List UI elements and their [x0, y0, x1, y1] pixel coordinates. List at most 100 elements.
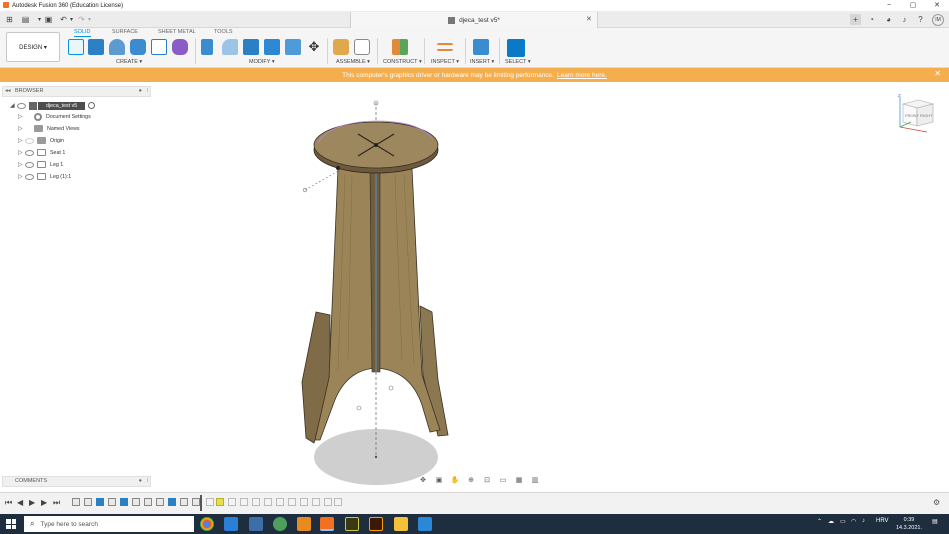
chamfer-icon[interactable]: [243, 39, 259, 55]
save-icon[interactable]: ▣: [43, 14, 54, 25]
combine-icon[interactable]: [285, 39, 301, 55]
eye-icon[interactable]: [25, 149, 34, 156]
notifications-center-icon[interactable]: ▤: [932, 518, 938, 525]
timeline-feature-suppressed[interactable]: [206, 498, 214, 506]
timeline-feature-suppressed[interactable]: [312, 498, 320, 506]
timeline-feature-suppressed[interactable]: [300, 498, 308, 506]
document-tab-close-icon[interactable]: ✕: [586, 15, 592, 23]
press-pull-icon[interactable]: [201, 39, 213, 55]
mail-icon[interactable]: [418, 517, 432, 531]
browser-item-leg-1[interactable]: ▷ Leg 1: [18, 159, 63, 170]
timeline-play-icon[interactable]: ▶: [29, 498, 35, 507]
timeline-settings-gear-icon[interactable]: ⚙: [933, 498, 940, 507]
browser-root-item[interactable]: ◢ djeca_test v5: [10, 100, 96, 111]
expand-arrow-icon[interactable]: ▷: [18, 173, 25, 180]
eye-icon[interactable]: [17, 102, 26, 109]
expand-arrow-icon[interactable]: ▷: [18, 125, 25, 132]
banner-learn-more-link[interactable]: Learn more here.: [557, 72, 607, 79]
timeline-feature[interactable]: [108, 498, 116, 506]
tab-tools[interactable]: TOOLS: [214, 29, 233, 35]
eye-icon[interactable]: [25, 173, 34, 180]
expand-arrow-icon[interactable]: ▷: [18, 113, 25, 120]
timeline-first-icon[interactable]: ⏮: [5, 498, 12, 508]
timeline-marker[interactable]: [200, 495, 202, 511]
timeline-feature[interactable]: [132, 498, 140, 506]
timeline-feature[interactable]: [96, 498, 104, 506]
chrome-icon[interactable]: [200, 517, 214, 531]
create-form-icon[interactable]: [172, 39, 188, 55]
user-avatar[interactable]: IM: [932, 14, 944, 26]
display-settings-icon[interactable]: ▭: [496, 476, 510, 486]
timeline-feature-suppressed[interactable]: [264, 498, 272, 506]
move-icon[interactable]: ✥: [306, 39, 322, 55]
viewports-icon[interactable]: ▥: [528, 476, 542, 486]
new-tab-icon[interactable]: +: [850, 14, 861, 25]
offset-plane-icon[interactable]: [392, 39, 408, 55]
comments-panel-header[interactable]: COMMENTS ● ⁞: [2, 476, 151, 487]
browser-item-origin[interactable]: ▷ Origin: [18, 135, 64, 146]
browser-expand-icon[interactable]: ⁞: [146, 87, 148, 96]
help-icon[interactable]: ?: [915, 14, 926, 25]
tray-app-icon[interactable]: ▭: [840, 518, 846, 525]
file-explorer-icon[interactable]: [394, 517, 408, 531]
workspace-switcher[interactable]: DESIGN ▾: [6, 32, 60, 62]
select-icon[interactable]: [507, 39, 525, 57]
app-icon[interactable]: [273, 517, 287, 531]
fillet-icon[interactable]: [222, 39, 238, 55]
comments-add-icon[interactable]: ●: [139, 477, 142, 486]
browser-item-document-settings[interactable]: ▷ Document Settings: [18, 111, 91, 122]
timeline-feature-suppressed[interactable]: [324, 498, 332, 506]
fit-icon[interactable]: ⊡: [480, 476, 494, 486]
browser-item-named-views[interactable]: ▷ Named Views: [18, 123, 80, 134]
document-tab[interactable]: djeca_test v5*: [350, 12, 598, 28]
timeline-feature-suppressed[interactable]: [288, 498, 296, 506]
insert-menu[interactable]: INSERT ▾: [470, 59, 494, 65]
new-component-icon[interactable]: [333, 39, 349, 55]
timeline-feature[interactable]: [144, 498, 152, 506]
timeline-feature-suppressed[interactable]: [228, 498, 236, 506]
data-panel-grid-icon[interactable]: ⊞: [4, 14, 15, 25]
timeline-feature[interactable]: [120, 498, 128, 506]
tab-solid[interactable]: SOLID: [74, 29, 91, 37]
extensions-icon[interactable]: ◔: [866, 14, 877, 25]
timeline-feature[interactable]: [180, 498, 188, 506]
viewport[interactable]: FRONT RIGHT Z: [0, 82, 949, 489]
job-status-icon[interactable]: ◕: [883, 14, 894, 25]
browser-pin-icon[interactable]: ●: [139, 87, 142, 96]
timeline-feature-suppressed[interactable]: [334, 498, 342, 506]
revolve-icon[interactable]: [109, 39, 125, 55]
taskbar-clock[interactable]: 0:39 14.3.2021.: [892, 516, 926, 532]
leg-center-plank[interactable]: [369, 169, 381, 373]
orbit-icon[interactable]: ✥: [416, 476, 430, 486]
joint-icon[interactable]: [354, 39, 370, 55]
tray-expand-icon[interactable]: ⌃: [817, 518, 822, 525]
file-menu-icon[interactable]: ▤: [20, 14, 31, 25]
timeline-feature-highlighted[interactable]: [216, 498, 224, 506]
grid-settings-icon[interactable]: ▦: [512, 476, 526, 486]
zoom-icon[interactable]: ⊕: [464, 476, 478, 486]
timeline-feature-suppressed[interactable]: [276, 498, 284, 506]
select-menu[interactable]: SELECT ▾: [505, 59, 531, 65]
view-cube[interactable]: FRONT RIGHT Z: [897, 92, 937, 134]
tab-sheet-metal[interactable]: SHEET METAL: [158, 29, 196, 35]
maximize-button[interactable]: ▢: [901, 0, 925, 11]
wifi-icon[interactable]: ◠: [851, 518, 856, 525]
pan-icon[interactable]: ✋: [448, 476, 462, 486]
minimize-button[interactable]: −: [877, 0, 901, 11]
timeline-feature[interactable]: [156, 498, 164, 506]
eye-hidden-icon[interactable]: [25, 137, 34, 144]
eye-icon[interactable]: [25, 161, 34, 168]
timeline-feature[interactable]: [72, 498, 80, 506]
create-menu[interactable]: CREATE ▾: [116, 59, 142, 65]
language-indicator[interactable]: HRV: [876, 518, 889, 524]
shell-icon[interactable]: [264, 39, 280, 55]
taskbar-search[interactable]: ⌕ Type here to search: [24, 516, 194, 532]
timeline-feature[interactable]: [84, 498, 92, 506]
pattern-icon[interactable]: [151, 39, 167, 55]
windows-start-icon[interactable]: [6, 519, 16, 529]
model-view[interactable]: [0, 82, 949, 489]
extrude-icon[interactable]: [88, 39, 104, 55]
inspect-menu[interactable]: INSPECT ▾: [431, 59, 459, 65]
tab-surface[interactable]: SURFACE: [112, 29, 138, 35]
measure-icon[interactable]: [437, 43, 453, 51]
